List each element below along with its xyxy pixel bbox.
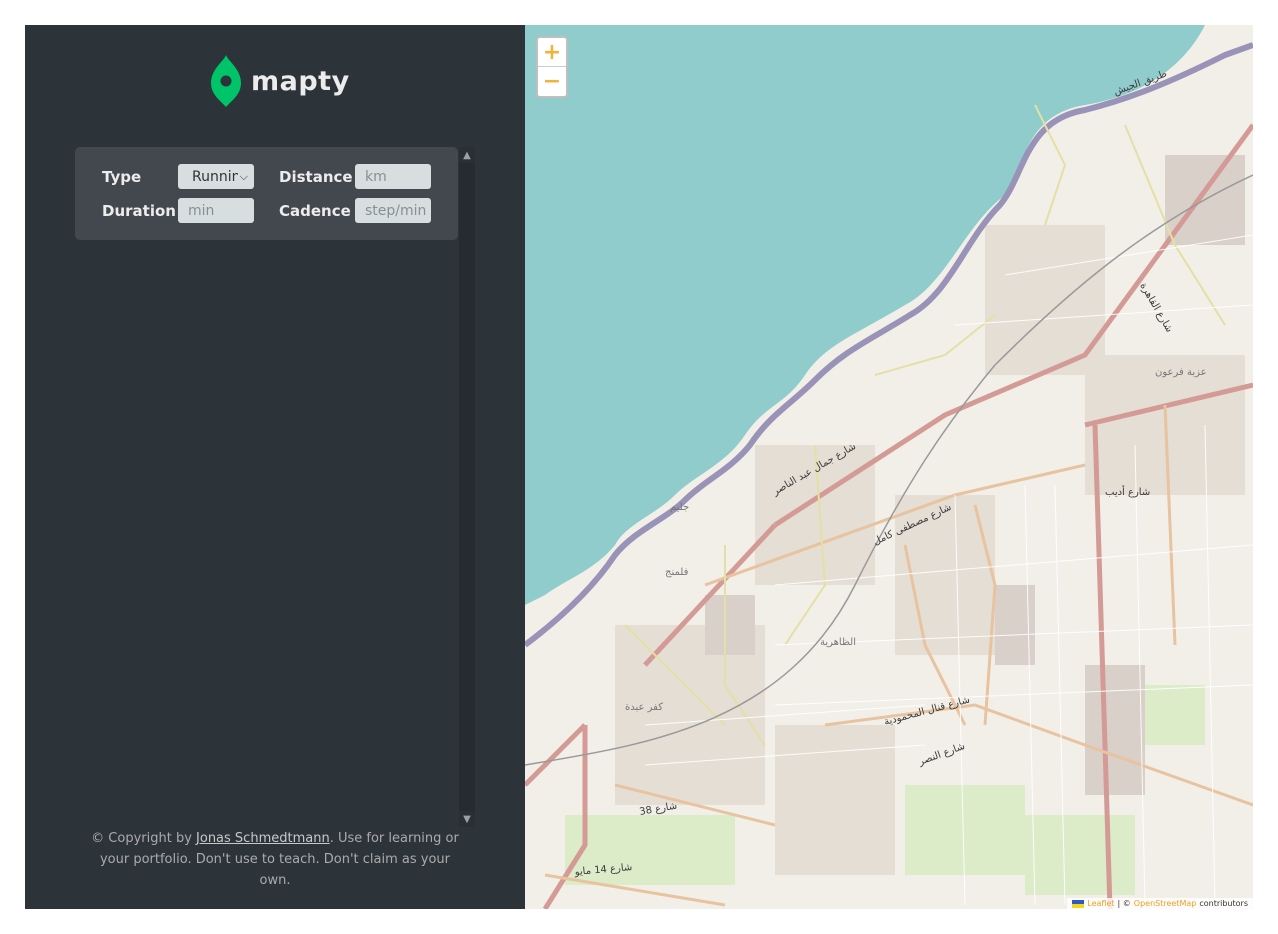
author-link[interactable]: Jonas Schmedtmann: [196, 831, 330, 846]
map-label: جليم: [670, 502, 689, 513]
workouts-list: Type Running ⌵ Distance km Duration min …: [75, 147, 475, 827]
map[interactable]: طريق الجيش شارع جمال عبد الناصر شارع مصط…: [525, 25, 1253, 909]
chevron-down-icon: ⌵: [239, 169, 248, 183]
logo: mapty: [211, 55, 350, 107]
cadence-input[interactable]: step/min: [355, 198, 431, 223]
map-attribution: Leaflet | © OpenStreetMap contributors: [1067, 898, 1253, 909]
workout-form: Type Running ⌵ Distance km Duration min …: [75, 147, 458, 240]
scroll-down-icon[interactable]: ▼: [459, 811, 475, 827]
distance-input[interactable]: km: [355, 164, 431, 189]
copyright: © Copyright by Jonas Schmedtmann. Use fo…: [85, 828, 465, 891]
distance-label: Distance: [279, 167, 353, 186]
map-label: عزبة فرعون: [1155, 367, 1207, 378]
type-select[interactable]: Running ⌵: [178, 164, 254, 189]
type-select-value: Running: [192, 168, 238, 185]
map-label: شارع أديب: [1105, 485, 1150, 498]
zoom-control: + −: [536, 36, 568, 98]
map-tiles[interactable]: طريق الجيش شارع جمال عبد الناصر شارع مصط…: [525, 25, 1253, 909]
sidebar: mapty Type Running ⌵ Distance km Duratio…: [25, 25, 525, 909]
map-label: الظاهرية: [820, 637, 856, 648]
osm-link[interactable]: OpenStreetMap: [1134, 899, 1197, 908]
map-label: فلمنج: [665, 567, 689, 578]
zoom-out-button[interactable]: −: [538, 67, 566, 96]
type-label: Type: [102, 167, 142, 186]
attribution-suffix: contributors: [1199, 899, 1248, 908]
app: mapty Type Running ⌵ Distance km Duratio…: [25, 25, 1253, 909]
zoom-in-button[interactable]: +: [538, 38, 566, 67]
duration-input[interactable]: min: [178, 198, 254, 223]
workouts-scrollbar[interactable]: ▲ ▼: [459, 147, 475, 827]
cadence-label: Cadence: [279, 201, 351, 220]
logo-text: mapty: [251, 65, 350, 97]
duration-label: Duration: [102, 201, 176, 220]
scrollbar-track[interactable]: [459, 163, 475, 811]
copyright-prefix: © Copyright by: [91, 831, 197, 846]
ukraine-flag-icon: [1072, 899, 1085, 908]
map-label: كفر عبدة: [625, 702, 663, 713]
attribution-separator: | ©: [1117, 899, 1131, 908]
leaflet-link[interactable]: Leaflet: [1087, 899, 1114, 908]
scroll-up-icon[interactable]: ▲: [459, 147, 475, 163]
map-pin-icon: [211, 55, 241, 107]
